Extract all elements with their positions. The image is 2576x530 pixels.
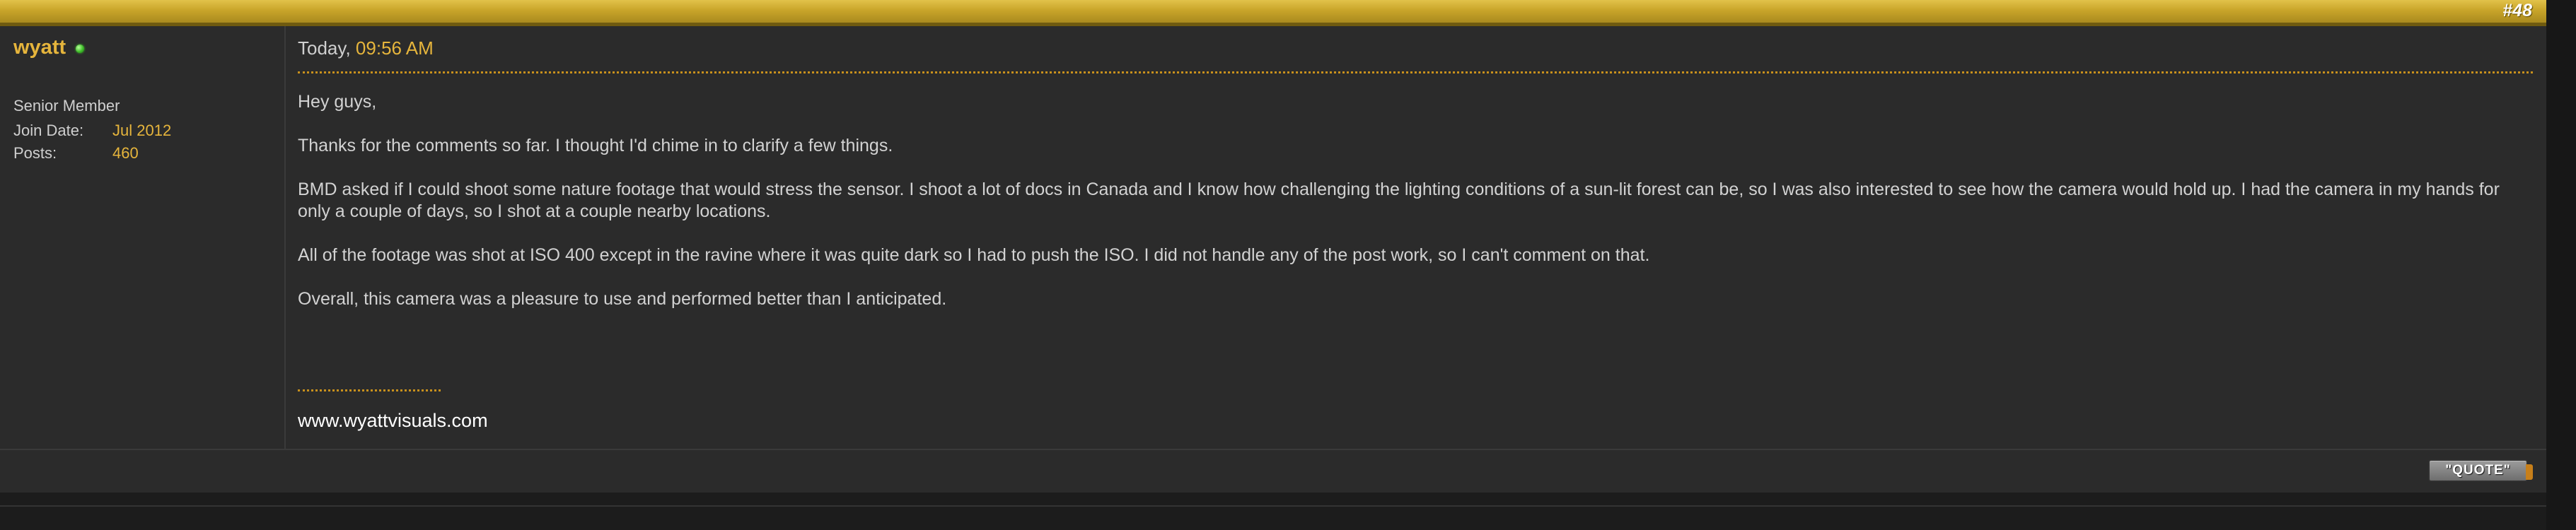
post-header-bar: #48 (0, 0, 2546, 26)
post-message: Hey guys, Thanks for the comments so far… (298, 91, 2533, 332)
join-date-row: Join Date: Jul 2012 (13, 122, 171, 140)
post-footer: "QUOTE" (0, 449, 2546, 494)
forum-post: #48 wyatt Senior Member Join Date: Jul 2… (0, 0, 2546, 530)
join-date-value: Jul 2012 (112, 122, 172, 139)
post-number-link[interactable]: #48 (2502, 1, 2532, 21)
posts-label: Posts: (13, 144, 57, 162)
username-row: wyatt (13, 36, 85, 59)
quote-button[interactable]: "QUOTE" (2428, 459, 2533, 482)
message-paragraph: All of the footage was shot at ISO 400 e… (298, 245, 1650, 265)
message-paragraph: BMD asked if I could shoot some nature f… (298, 179, 2500, 221)
post-bottom-strip (0, 493, 2546, 530)
username-link[interactable]: wyatt (13, 36, 66, 59)
message-paragraph: Hey guys, (298, 92, 377, 112)
message-paragraph: Overall, this camera was a pleasure to u… (298, 289, 947, 309)
signature-separator (298, 389, 441, 391)
online-status-icon (76, 44, 85, 53)
page-gutter (2546, 0, 2576, 530)
user-info-panel: wyatt Senior Member Join Date: Jul 2012 … (0, 26, 286, 449)
post-separator (298, 71, 2533, 73)
post-timestamp: Today, 09:56 AM (298, 37, 434, 59)
user-title: Senior Member (13, 97, 120, 114)
post-time: 09:56 AM (355, 37, 434, 59)
signature-text: www.wyattvisuals.com (298, 410, 488, 431)
message-paragraph: Thanks for the comments so far. I though… (298, 136, 893, 155)
divider (0, 505, 2546, 507)
post-body: Today, 09:56 AM Hey guys, Thanks for the… (286, 26, 2546, 449)
posts-count-value: 460 (112, 144, 139, 162)
post-date: Today, (298, 37, 351, 59)
posts-count-row: Posts: 460 (13, 144, 139, 163)
join-date-label: Join Date: (13, 122, 84, 139)
